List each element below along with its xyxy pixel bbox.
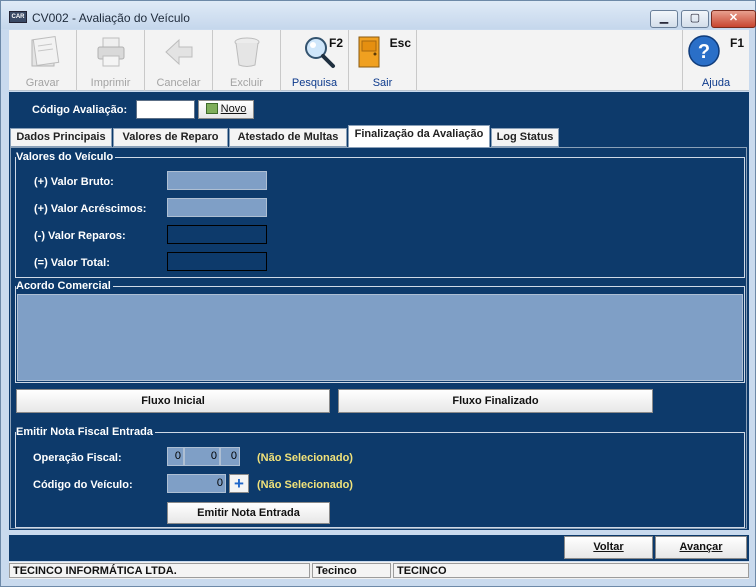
close-button[interactable]: ✕ <box>711 10 756 28</box>
valor-reparos-field <box>167 225 267 244</box>
valores-veiculo-group: Valores do Veículo (+) Valor Bruto: (+) … <box>15 151 745 278</box>
navigation-bar: Voltar Avançar <box>9 535 749 561</box>
toolbar: Gravar Imprimir Cancelar Excluir F2 Pesq… <box>9 30 749 91</box>
nota-fiscal-title: Emitir Nota Fiscal Entrada <box>16 426 155 438</box>
pesquisa-button[interactable]: F2 Pesquisa <box>281 30 349 91</box>
sair-label: Sair <box>372 77 393 89</box>
operacao-fiscal-label: Operação Fiscal: <box>33 452 122 464</box>
valor-total-label: (=) Valor Total: <box>34 257 110 269</box>
main-panel: Código Avaliação: Novo Dados Principais … <box>9 92 749 530</box>
operacao-fiscal-status: (Não Selecionado) <box>257 452 353 464</box>
save-icon <box>31 36 59 67</box>
imprimir-button[interactable]: Imprimir <box>77 30 145 91</box>
pesquisa-shortcut: F2 <box>328 36 343 50</box>
ajuda-shortcut: F1 <box>729 36 744 50</box>
codigo-veiculo-field[interactable]: 0 <box>167 474 226 493</box>
add-veiculo-plus-icon[interactable]: + <box>229 474 249 493</box>
tab-valores-reparo[interactable]: Valores de Reparo <box>113 128 228 147</box>
codigo-veiculo-status: (Não Selecionado) <box>257 479 353 491</box>
status-company: TECINCO INFORMÁTICA LTDA. <box>9 563 310 578</box>
status-bar: TECINCO INFORMÁTICA LTDA. Tecinco TECINC… <box>9 562 749 579</box>
valores-veiculo-title: Valores do Veículo <box>16 151 116 163</box>
operacao-fiscal-field-1[interactable]: 0 <box>167 447 184 466</box>
valor-acrescimos-field[interactable] <box>167 198 267 217</box>
sair-shortcut: Esc <box>389 36 411 50</box>
maximize-button[interactable]: ▢ <box>681 10 709 28</box>
valor-total-field <box>167 252 267 271</box>
gravar-label: Gravar <box>25 77 60 89</box>
valor-reparos-label: (-) Valor Reparos: <box>34 230 126 242</box>
printer-icon <box>97 37 124 67</box>
nota-fiscal-group: Emitir Nota Fiscal Entrada Operação Fisc… <box>15 426 745 528</box>
imprimir-label: Imprimir <box>90 77 131 89</box>
voltar-label: Voltar <box>593 541 624 553</box>
fluxo-finalizado-button[interactable]: Fluxo Finalizado <box>338 389 653 413</box>
window-title: CV002 - Avaliação do Veículo <box>32 11 190 25</box>
app-icon: CAR <box>9 11 27 23</box>
avancar-button[interactable]: Avançar <box>655 536 747 559</box>
minimize-button[interactable]: ▁ <box>650 10 678 28</box>
tab-finalizacao-avaliacao[interactable]: Finalização da Avaliação <box>348 125 490 147</box>
new-doc-icon <box>205 103 218 114</box>
gravar-button[interactable]: Gravar <box>9 30 77 91</box>
valor-bruto-field[interactable] <box>167 171 267 190</box>
acordo-comercial-title: Acordo Comercial <box>16 280 113 292</box>
acordo-comercial-textarea[interactable] <box>17 294 743 381</box>
codigo-veiculo-label: Código do Veículo: <box>33 479 133 491</box>
codigo-label: Código Avaliação: <box>32 104 128 116</box>
emitir-nota-entrada-button[interactable]: Emitir Nota Entrada <box>167 502 330 524</box>
app-window: CAR CV002 - Avaliação do Veículo ▁ ▢ ✕ G… <box>0 0 756 587</box>
ajuda-label: Ajuda <box>701 77 731 89</box>
cancelar-label: Cancelar <box>156 77 201 89</box>
operacao-fiscal-field-3[interactable]: 0 <box>220 447 240 466</box>
excluir-button[interactable]: Excluir <box>213 30 281 91</box>
avancar-label: Avançar <box>679 541 723 553</box>
cancelar-button[interactable]: Cancelar <box>145 30 213 91</box>
ajuda-button[interactable]: ? F1 Ajuda <box>682 30 749 91</box>
sair-button[interactable]: Esc Sair <box>349 30 417 91</box>
codigo-input[interactable] <box>136 100 195 119</box>
status-user: Tecinco <box>312 563 391 578</box>
door-exit-icon <box>358 36 380 68</box>
pesquisa-label: Pesquisa <box>291 77 338 89</box>
acordo-comercial-group: Acordo Comercial <box>15 280 745 383</box>
fluxo-inicial-button[interactable]: Fluxo Inicial <box>16 389 330 413</box>
excluir-label: Excluir <box>229 77 263 89</box>
svg-text:?: ? <box>698 41 710 63</box>
tab-atestado-multas[interactable]: Atestado de Multas <box>229 128 347 147</box>
status-database: TECINCO <box>393 563 749 578</box>
operacao-fiscal-field-2[interactable]: 0 <box>184 447 220 466</box>
back-arrow-icon <box>164 38 192 66</box>
help-icon: ? <box>688 35 720 67</box>
valor-bruto-label: (+) Valor Bruto: <box>34 176 114 188</box>
tab-log-status[interactable]: Log Status <box>491 128 559 147</box>
voltar-button[interactable]: Voltar <box>564 536 653 559</box>
novo-button[interactable]: Novo <box>198 100 254 119</box>
title-bar: CAR CV002 - Avaliação do Veículo ▁ ▢ ✕ <box>1 1 756 29</box>
tab-dados-principais[interactable]: Dados Principais <box>10 128 112 147</box>
valor-acrescimos-label: (+) Valor Acréscimos: <box>34 203 147 215</box>
novo-label: Novo <box>220 103 247 115</box>
tab-content: Valores do Veículo (+) Valor Bruto: (+) … <box>10 147 747 529</box>
trash-icon <box>234 37 259 67</box>
